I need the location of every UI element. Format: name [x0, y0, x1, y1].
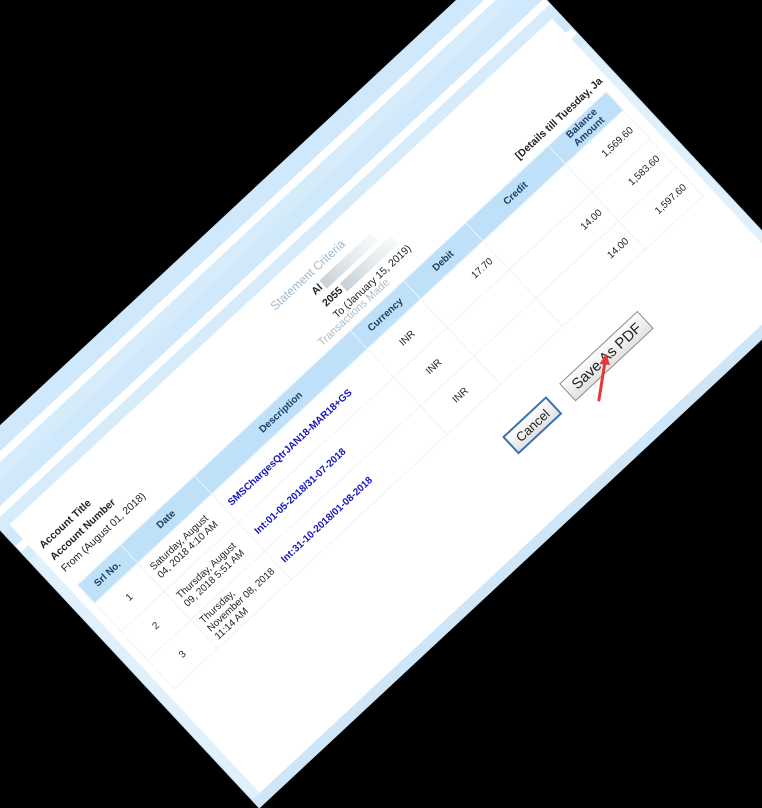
statement-window: Statement Criteria Account Title Account… [0, 0, 762, 808]
